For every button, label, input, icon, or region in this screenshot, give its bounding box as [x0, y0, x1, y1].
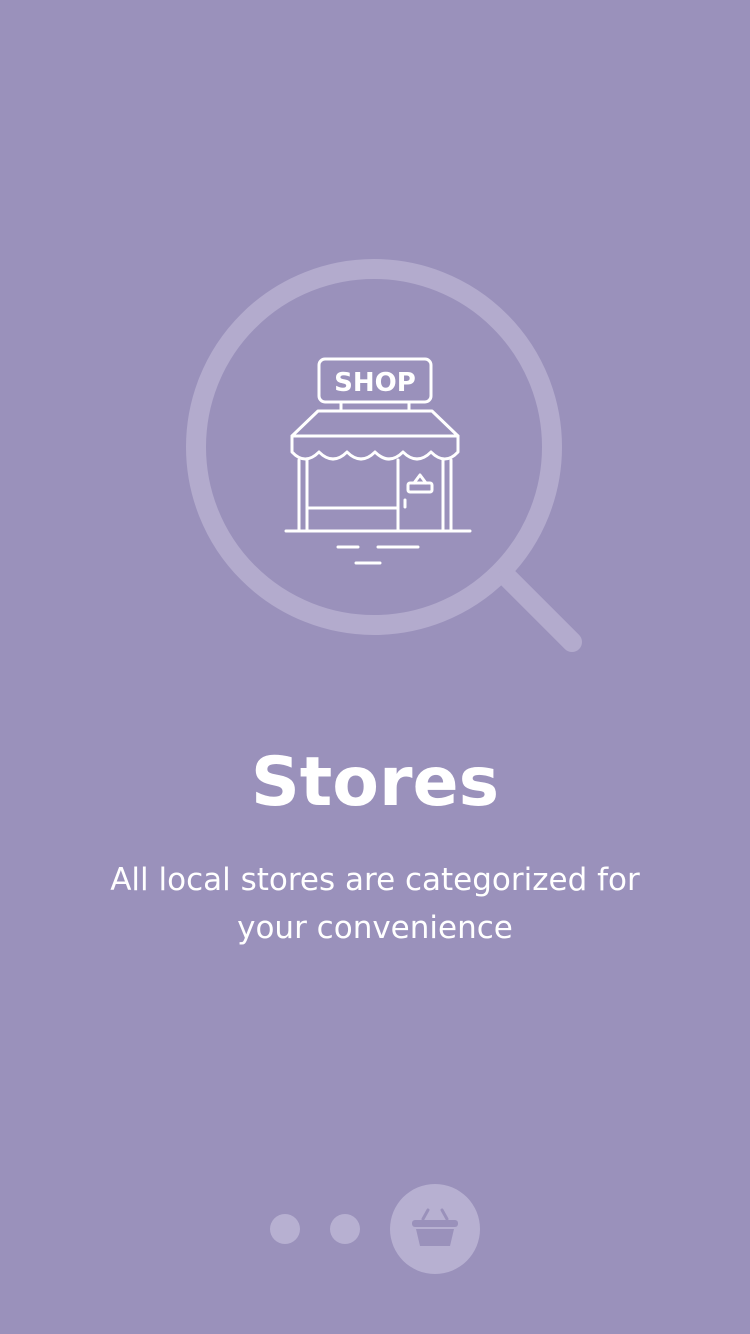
store-search-illustration: SHOP	[0, 0, 750, 700]
basket-icon	[412, 1208, 458, 1246]
page-title: Stores	[250, 743, 500, 822]
page-dot-1[interactable]	[270, 1214, 300, 1244]
page-description: All local stores are categorized for you…	[110, 862, 640, 946]
page-dot-active[interactable]	[390, 1184, 480, 1274]
shop-sign-label: SHOP	[334, 368, 416, 398]
page-indicator	[0, 1184, 750, 1274]
magnifier-icon: SHOP	[186, 259, 582, 652]
shop-icon: SHOP	[284, 357, 472, 565]
page-dot-2[interactable]	[330, 1214, 360, 1244]
